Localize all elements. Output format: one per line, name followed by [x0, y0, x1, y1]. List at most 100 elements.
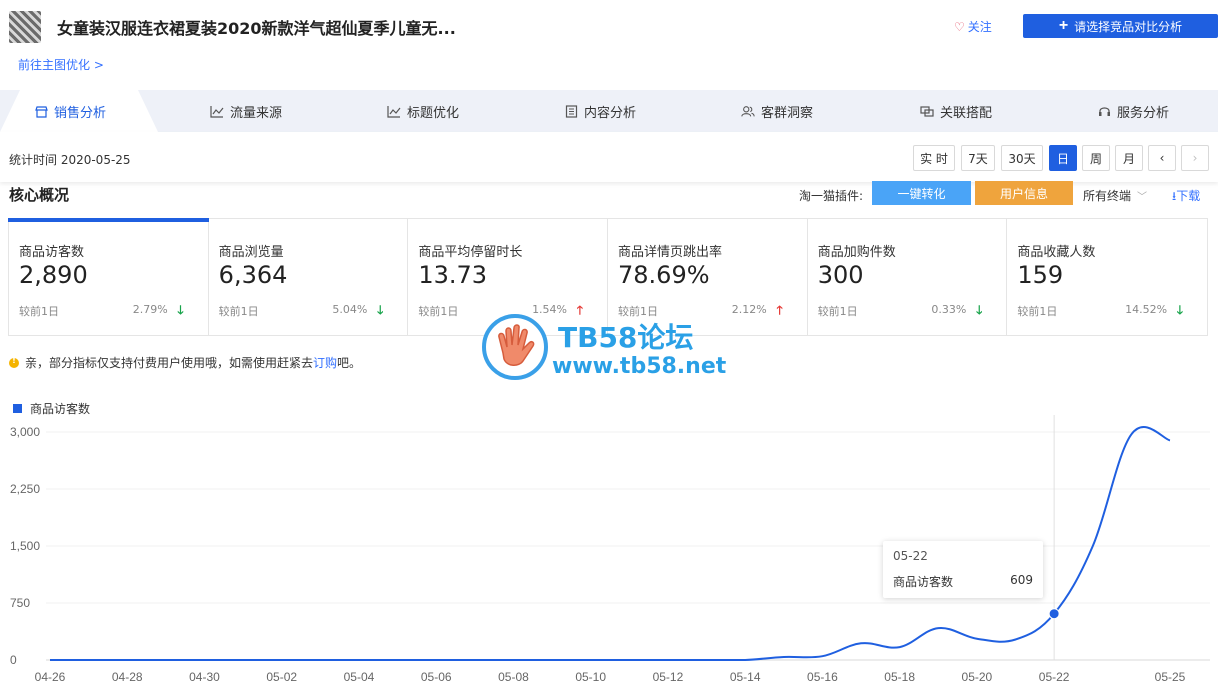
download-label: 下载: [1176, 189, 1201, 203]
site-watermark: TB58论坛 www.tb58.net: [482, 314, 742, 384]
chevron-down-icon: ﹀: [1137, 192, 1148, 203]
arrow-down-icon: 🡓: [377, 303, 384, 317]
plugin-label: 淘一猫插件:: [799, 189, 864, 203]
x-tick-label: 05-06: [421, 670, 452, 684]
metric-compare-label: 较前1日: [19, 305, 59, 318]
period-day-button[interactable]: 日: [1049, 145, 1077, 171]
metric-card[interactable]: 商品加购件数 300 较前1日 0.33% 🡓: [808, 219, 1008, 335]
tab-related-match[interactable]: 关联搭配: [920, 90, 992, 132]
paid-feature-notice: 亲，部分指标仅支持付费用户使用哦，如需使用赶紧去订购吧。: [9, 354, 361, 371]
hand-logo-icon: [482, 314, 548, 380]
arrow-down-icon: 🡓: [177, 303, 184, 317]
compare-label: 请选择竞品对比分析: [1074, 19, 1183, 34]
plus-icon: +: [1058, 17, 1069, 34]
tooltip-value: 609: [1010, 573, 1033, 587]
watermark-title: TB58论坛: [558, 321, 694, 354]
chevron-right-icon: ›: [1192, 151, 1198, 165]
analysis-tabs: 销售分析 流量来源 标题优化 内容分析 客群洞察 关联搭配 服务分析: [0, 90, 1218, 132]
period-7day-button[interactable]: 7天: [961, 145, 995, 171]
chart-tooltip: 05-22 商品访客数 609: [883, 541, 1043, 598]
subscribe-link[interactable]: 订购: [313, 356, 337, 370]
terminal-select[interactable]: 所有终端 ﹀: [1083, 187, 1147, 204]
metric-change-percent: 14.52%: [1125, 303, 1168, 316]
tab-traffic-source[interactable]: 流量来源: [210, 90, 282, 132]
metric-card[interactable]: 商品浏览量 6,364 较前1日 5.04% 🡓: [209, 219, 409, 335]
line-chart-icon: [387, 104, 401, 118]
tab-label: 内容分析: [584, 105, 637, 121]
stat-date: 统计时间 2020-05-25: [9, 153, 131, 167]
x-tick-label: 04-26: [35, 670, 66, 684]
metric-value: 300: [817, 261, 864, 289]
metric-label: 商品收藏人数: [1017, 245, 1096, 260]
arrow-up-icon: 🡑: [776, 303, 783, 317]
metric-value: 159: [1017, 261, 1064, 289]
x-tick-label: 05-14: [730, 670, 761, 684]
watermark-url: www.tb58.net: [552, 354, 727, 379]
y-tick-label: 3,000: [10, 425, 40, 439]
x-tick-label: 05-08: [498, 670, 529, 684]
y-tick-label: 1,500: [10, 539, 40, 553]
metric-compare-label: 较前1日: [218, 305, 259, 318]
one-click-convert-button[interactable]: 一键转化: [872, 181, 971, 205]
users-icon: [741, 104, 755, 118]
x-tick-label: 05-10: [575, 670, 606, 684]
tab-customer-insight[interactable]: 客群洞察: [741, 90, 813, 132]
tab-label: 客群洞察: [761, 105, 814, 121]
tab-content-analysis[interactable]: 内容分析: [564, 90, 636, 132]
tab-label: 流量来源: [230, 105, 283, 121]
notice-suffix: 吧。: [337, 356, 362, 370]
y-tick-label: 2,250: [10, 482, 40, 496]
next-date-button[interactable]: ›: [1181, 145, 1209, 171]
download-link[interactable]: ⭳下载: [1172, 187, 1200, 208]
product-header: 女童装汉服连衣裙夏装2020新款洋气超仙夏季儿童无... ♡ 关注 + 请选择竞…: [0, 0, 1218, 86]
tab-label: 关联搭配: [940, 105, 993, 121]
shop-icon: [34, 104, 48, 118]
tooltip-date: 05-22: [893, 549, 928, 563]
document-icon: [564, 104, 578, 118]
metric-value: 2,890: [19, 261, 88, 289]
period-week-button[interactable]: 周: [1082, 145, 1110, 171]
metric-compare-label: 较前1日: [817, 305, 858, 318]
main-image-optimize-link[interactable]: 前往主图优化 >: [18, 56, 104, 73]
notice-text: 亲，部分指标仅支持付费用户使用哦，如需使用赶紧去: [25, 356, 314, 370]
link-icon: [920, 104, 934, 118]
metric-value: 78.69%: [618, 261, 710, 289]
tab-title-optimize[interactable]: 标题优化: [387, 90, 459, 132]
x-tick-label: 05-22: [1039, 670, 1070, 684]
prev-date-button[interactable]: ‹: [1148, 145, 1176, 171]
tab-label: 销售分析: [54, 105, 107, 121]
period-realtime-button[interactable]: 实 时: [913, 145, 955, 171]
metric-label: 商品平均停留时长: [418, 245, 523, 260]
terminal-select-value: 所有终端: [1083, 189, 1132, 203]
warning-icon: [9, 356, 19, 368]
line-chart-icon: [210, 104, 224, 118]
tab-sales-analysis[interactable]: 销售分析: [34, 90, 106, 132]
arrow-down-icon: 🡓: [1176, 303, 1184, 317]
compare-competitor-button[interactable]: + 请选择竞品对比分析: [1023, 14, 1218, 38]
metric-compare-label: 较前1日: [418, 305, 459, 318]
x-tick-label: 05-12: [653, 670, 684, 684]
x-tick-label: 05-04: [344, 670, 375, 684]
metric-change-percent: 5.04%: [332, 303, 368, 316]
tab-service-analysis[interactable]: 服务分析: [1097, 90, 1169, 132]
tab-label: 服务分析: [1117, 105, 1170, 121]
period-month-button[interactable]: 月: [1115, 145, 1143, 171]
product-thumbnail[interactable]: [9, 11, 41, 43]
metric-card[interactable]: 商品访客数 2,890 较前1日 2.79% 🡓: [8, 218, 209, 335]
metric-value: 13.73: [418, 261, 488, 289]
follow-button[interactable]: ♡ 关注: [954, 18, 992, 35]
metric-value: 6,364: [218, 261, 288, 289]
user-info-button[interactable]: 用户信息: [975, 181, 1073, 205]
metric-change-percent: 0.33%: [931, 303, 967, 316]
x-tick-label: 05-02: [266, 670, 297, 684]
y-tick-label: 750: [10, 596, 30, 610]
metric-label: 商品浏览量: [218, 245, 284, 260]
x-tick-label: 05-16: [807, 670, 838, 684]
metric-label: 商品加购件数: [817, 245, 896, 260]
metric-card[interactable]: 商品收藏人数 159 较前1日 14.52% 🡓: [1007, 219, 1207, 335]
follow-label: 关注: [967, 20, 992, 34]
period-30day-button[interactable]: 30天: [1001, 145, 1043, 171]
legend-swatch: [13, 404, 22, 413]
highlight-point: [1048, 608, 1060, 620]
metric-compare-label: 较前1日: [1017, 305, 1058, 318]
